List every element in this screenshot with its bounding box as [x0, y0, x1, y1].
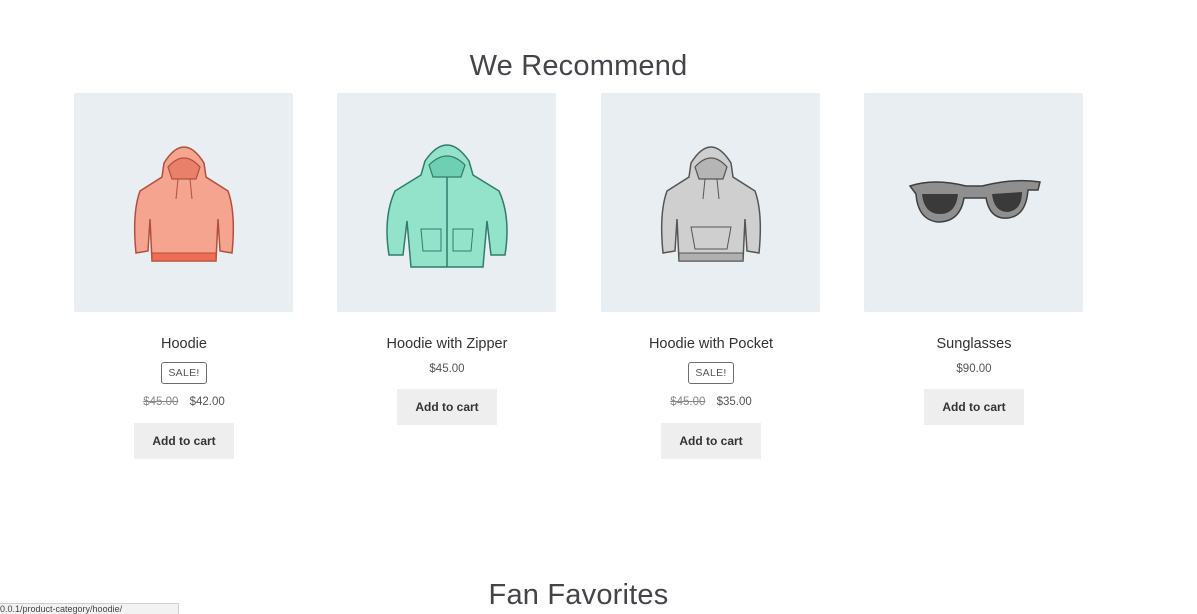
add-to-cart-button[interactable]: Add to cart [661, 423, 761, 459]
price-row: $45.00 $42.00 [74, 396, 294, 408]
price-row: $90.00 [864, 363, 1084, 375]
add-to-cart-button[interactable]: Add to cart [134, 423, 234, 459]
sale-badge: SALE! [688, 362, 734, 384]
sale-badge: SALE! [161, 362, 207, 384]
product-name[interactable]: Hoodie [74, 335, 294, 353]
product-name[interactable]: Sunglasses [864, 335, 1084, 353]
old-price: $45.00 [143, 396, 179, 408]
current-price: $35.00 [716, 396, 752, 408]
product-image-hoodie-with-pocket[interactable] [601, 93, 820, 312]
product-image-hoodie[interactable] [74, 93, 293, 312]
current-price: $42.00 [189, 396, 225, 408]
add-to-cart-button[interactable]: Add to cart [924, 389, 1024, 425]
price-row: $45.00 [337, 363, 557, 375]
price-row: $45.00 $35.00 [601, 396, 821, 408]
product-card-sunglasses: Sunglasses $90.00 Add to cart [864, 93, 1084, 425]
section-title-we-recommend: We Recommend [469, 50, 688, 83]
product-card-hoodie-with-zipper: Hoodie with Zipper $45.00 Add to cart [337, 93, 557, 425]
add-to-cart-button[interactable]: Add to cart [397, 389, 497, 425]
product-name[interactable]: Hoodie with Pocket [601, 335, 821, 353]
hoodie-grey-icon [660, 145, 761, 262]
product-card-hoodie: Hoodie SALE! $45.00 $42.00 Add to cart [74, 93, 294, 459]
current-price: $45.00 [429, 363, 465, 375]
product-card-hoodie-with-pocket: Hoodie with Pocket SALE! $45.00 $35.00 A… [601, 93, 821, 459]
zip-hoodie-mint-icon [385, 143, 508, 268]
sunglasses-icon [908, 179, 1041, 223]
status-bar-url: 0.0.1/product-category/hoodie/ [0, 603, 179, 614]
product-page: We Recommend Hoodie SALE! $45.00 $42.00 … [0, 0, 1197, 614]
product-image-hoodie-with-zipper[interactable] [337, 93, 556, 312]
product-image-sunglasses[interactable] [864, 93, 1083, 312]
hoodie-coral-icon [133, 145, 234, 262]
current-price: $90.00 [956, 363, 992, 375]
old-price: $45.00 [670, 396, 706, 408]
product-name[interactable]: Hoodie with Zipper [337, 335, 557, 353]
